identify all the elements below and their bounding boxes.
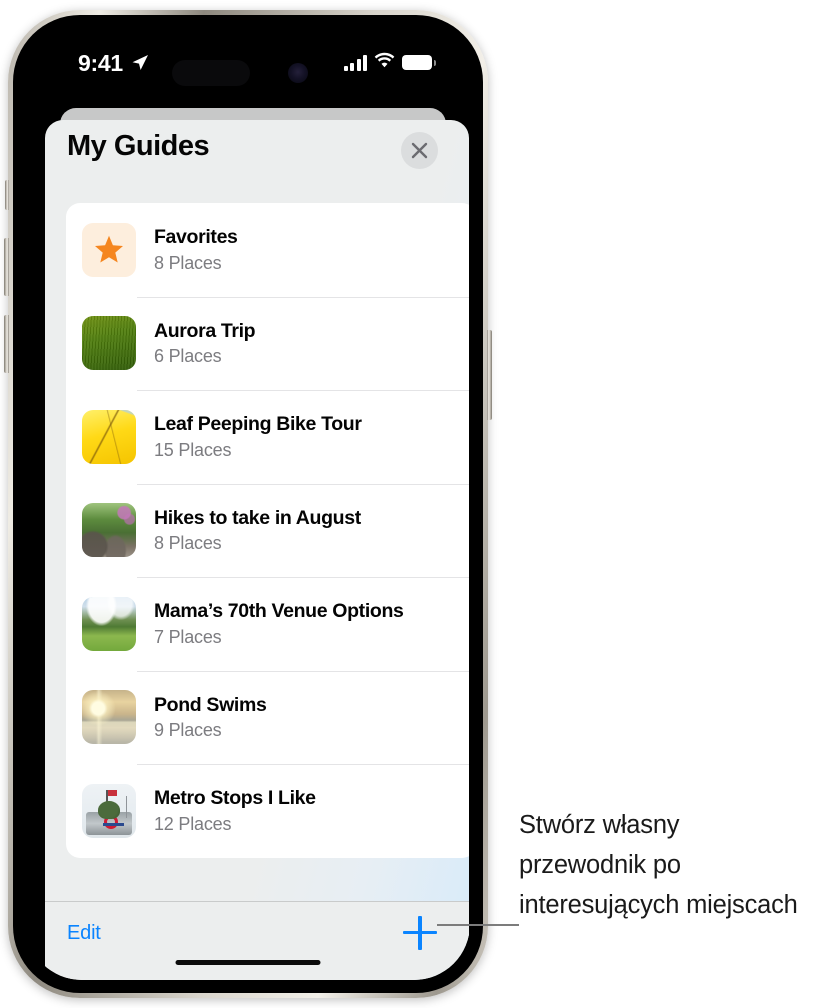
phone-screen: 9:41 My Guides Favorites 8 Places Aurora…: [26, 28, 470, 980]
guide-title: Hikes to take in August: [154, 506, 361, 529]
iphone-device: 9:41 My Guides Favorites 8 Places Aurora…: [4, 10, 492, 998]
table-row[interactable]: Hikes to take in August 8 Places: [66, 483, 469, 578]
power-button[interactable]: [487, 330, 492, 420]
front-camera-icon: [288, 63, 308, 83]
add-guide-button[interactable]: [403, 916, 437, 950]
silent-switch[interactable]: [5, 180, 9, 210]
guide-places-count: 9 Places: [154, 720, 222, 741]
flag-decoration: [106, 790, 118, 807]
close-icon: [411, 142, 428, 159]
status-bar: 9:41: [26, 28, 470, 94]
guide-places-count: 7 Places: [154, 626, 222, 647]
guide-title: Mama’s 70th Venue Options: [154, 600, 404, 623]
table-row-text: Aurora Trip 6 Places: [154, 319, 256, 367]
cellular-bars-icon: [343, 54, 367, 71]
location-arrow-icon: [130, 53, 150, 78]
status-indicators: [343, 52, 436, 73]
callout-leader-line: [437, 924, 519, 926]
phone-bezel: 9:41 My Guides Favorites 8 Places Aurora…: [13, 15, 483, 993]
guides-list-card: Favorites 8 Places Aurora Trip 6 Places: [66, 203, 469, 858]
green-field-thumb: [82, 316, 136, 371]
table-row-text: Hikes to take in August 8 Places: [154, 507, 361, 554]
table-row-text: Favorites 8 Places: [154, 226, 238, 273]
table-row[interactable]: Leaf Peeping Bike Tour 15 Places: [66, 390, 469, 484]
table-row-text: Pond Swims 9 Places: [154, 693, 267, 741]
metro-monument-thumb: [82, 783, 136, 838]
table-row[interactable]: Mama’s 70th Venue Options 7 Places: [66, 577, 469, 671]
guide-places-count: 6 Places: [154, 346, 222, 367]
volume-down-button[interactable]: [4, 315, 9, 373]
table-row-text: Leaf Peeping Bike Tour 15 Places: [154, 413, 362, 460]
metro-roundel-icon: [102, 814, 124, 829]
bottom-toolbar: Edit: [45, 901, 469, 980]
table-row[interactable]: Metro Stops I Like 12 Places: [66, 764, 469, 858]
status-time: 9:41: [78, 50, 123, 76]
guide-title: Aurora Trip: [154, 319, 256, 342]
wifi-icon: [374, 52, 395, 73]
table-row-text: Metro Stops I Like 12 Places: [154, 787, 316, 834]
forest-trail-thumb: [82, 503, 136, 558]
star-favorites-thumb: [82, 222, 136, 277]
volume-up-button[interactable]: [4, 238, 9, 296]
battery-full-icon: [402, 55, 436, 70]
meadow-sky-thumb: [82, 596, 136, 651]
home-indicator[interactable]: [175, 959, 321, 965]
table-row[interactable]: Aurora Trip 6 Places: [66, 296, 469, 391]
guide-places-count: 12 Places: [154, 813, 232, 834]
guide-places-count: 15 Places: [154, 439, 232, 460]
guide-title: Pond Swims: [154, 693, 267, 716]
page-title: My Guides: [67, 130, 210, 162]
guide-places-count: 8 Places: [154, 533, 222, 554]
mast-decoration: [125, 795, 128, 819]
sheet-header: My Guides: [45, 120, 469, 178]
close-button[interactable]: [401, 132, 438, 169]
dynamic-island: [172, 60, 250, 86]
edit-button[interactable]: Edit: [67, 922, 101, 945]
table-row-text: Mama’s 70th Venue Options 7 Places: [154, 600, 404, 647]
sunset-lake-thumb: [82, 690, 136, 745]
guide-title: Leaf Peeping Bike Tour: [154, 413, 362, 436]
guide-title: Metro Stops I Like: [154, 787, 316, 810]
callout-text: Stwórz własny przewodnik po interesujący…: [519, 811, 798, 919]
my-guides-sheet: My Guides Favorites 8 Places Aurora Trip…: [45, 120, 469, 980]
guide-title: Favorites: [154, 226, 238, 249]
table-row[interactable]: Favorites 8 Places: [66, 203, 469, 297]
table-row[interactable]: Pond Swims 9 Places: [66, 670, 469, 765]
guide-places-count: 8 Places: [154, 252, 222, 273]
yellow-leaves-thumb: [82, 409, 136, 464]
